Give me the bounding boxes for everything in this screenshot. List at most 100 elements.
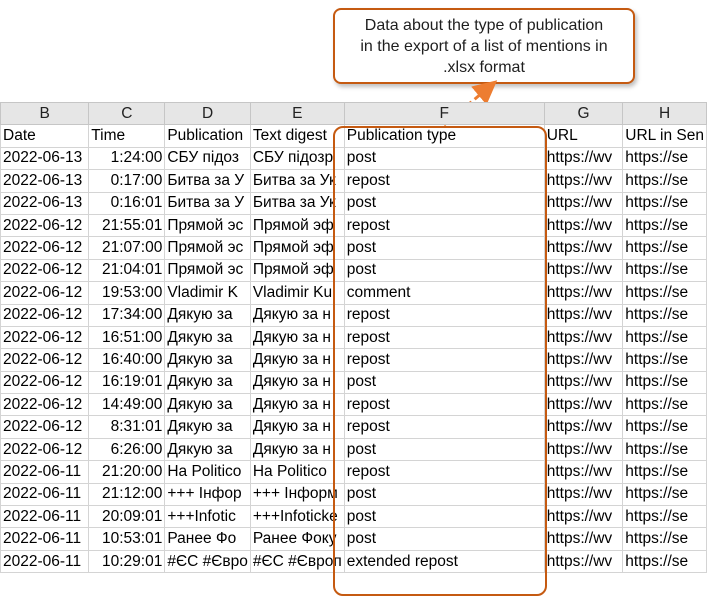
table-cell[interactable]: +++Infoticke bbox=[249, 505, 345, 529]
table-cell[interactable]: https://wv bbox=[543, 348, 624, 372]
table-cell[interactable]: 2022-06-11 bbox=[0, 549, 90, 574]
table-cell[interactable]: https://se bbox=[622, 437, 707, 462]
table-cell[interactable]: https://se bbox=[622, 213, 707, 238]
table-cell[interactable]: https://se bbox=[622, 325, 707, 350]
table-cell[interactable]: https://wv bbox=[543, 393, 624, 417]
table-cell[interactable]: 16:40:00 bbox=[88, 348, 166, 372]
table-cell[interactable]: https://se bbox=[622, 236, 707, 260]
table-cell[interactable]: https://se bbox=[622, 482, 707, 507]
table-cell[interactable]: https://wv bbox=[543, 460, 624, 484]
table-cell[interactable]: https://se bbox=[622, 146, 707, 171]
table-cell[interactable]: 16:51:00 bbox=[88, 325, 166, 350]
table-cell[interactable]: 21:20:00 bbox=[88, 460, 166, 484]
table-cell[interactable]: repost bbox=[343, 213, 545, 238]
table-cell[interactable]: На Politico bbox=[164, 460, 251, 484]
table-cell[interactable]: https://wv bbox=[543, 236, 624, 260]
table-cell[interactable]: На Politico bbox=[249, 460, 345, 484]
header-cell[interactable]: URL in Sen bbox=[622, 124, 707, 148]
table-cell[interactable]: 21:07:00 bbox=[88, 236, 166, 260]
table-cell[interactable]: 2022-06-13 bbox=[0, 191, 90, 215]
table-cell[interactable]: Прямой эс bbox=[164, 258, 251, 283]
table-cell[interactable]: Дякую за bbox=[164, 415, 251, 439]
table-cell[interactable]: 20:09:01 bbox=[88, 505, 166, 529]
table-cell[interactable]: 21:04:01 bbox=[88, 258, 166, 283]
table-cell[interactable]: 2022-06-12 bbox=[0, 281, 90, 305]
table-cell[interactable]: https://se bbox=[622, 549, 707, 574]
table-cell[interactable]: Прямой эс bbox=[164, 236, 251, 260]
table-cell[interactable]: post bbox=[343, 505, 545, 529]
table-cell[interactable]: post bbox=[343, 370, 545, 395]
table-cell[interactable]: post bbox=[343, 236, 545, 260]
header-cell[interactable]: Date bbox=[0, 124, 90, 148]
table-cell[interactable]: Vladimir Ku bbox=[249, 281, 345, 305]
table-cell[interactable]: https://wv bbox=[543, 527, 624, 551]
table-cell[interactable]: post bbox=[343, 527, 545, 551]
table-cell[interactable]: https://se bbox=[622, 370, 707, 395]
table-cell[interactable]: 2022-06-13 bbox=[0, 169, 90, 193]
table-cell[interactable]: repost bbox=[343, 348, 545, 372]
table-cell[interactable]: https://se bbox=[622, 505, 707, 529]
table-cell[interactable]: 2022-06-12 bbox=[0, 437, 90, 462]
table-cell[interactable]: repost bbox=[343, 303, 545, 327]
table-cell[interactable]: https://wv bbox=[543, 505, 624, 529]
table-cell[interactable]: Битва за У bbox=[164, 169, 251, 193]
table-cell[interactable]: #ЄС #Євро bbox=[164, 549, 251, 574]
table-cell[interactable]: https://wv bbox=[543, 482, 624, 507]
table-cell[interactable]: extended repost bbox=[343, 549, 545, 574]
header-cell[interactable]: Publication type bbox=[343, 124, 545, 148]
table-cell[interactable]: 10:29:01 bbox=[88, 549, 166, 574]
table-cell[interactable]: Дякую за н bbox=[249, 415, 345, 439]
table-cell[interactable]: 16:19:01 bbox=[88, 370, 166, 395]
table-cell[interactable]: 2022-06-12 bbox=[0, 213, 90, 238]
table-cell[interactable]: https://wv bbox=[543, 549, 624, 574]
table-cell[interactable]: #ЄС #Європ bbox=[249, 549, 345, 574]
table-cell[interactable]: https://se bbox=[622, 169, 707, 193]
table-cell[interactable]: 2022-06-13 bbox=[0, 146, 90, 171]
table-cell[interactable]: https://wv bbox=[543, 370, 624, 395]
table-cell[interactable]: +++Infotic bbox=[164, 505, 251, 529]
table-cell[interactable]: 0:17:00 bbox=[88, 169, 166, 193]
table-cell[interactable]: 21:12:00 bbox=[88, 482, 166, 507]
table-cell[interactable]: https://wv bbox=[543, 213, 624, 238]
header-cell[interactable]: Publication bbox=[164, 124, 251, 148]
table-cell[interactable]: 2022-06-12 bbox=[0, 325, 90, 350]
header-cell[interactable]: URL bbox=[543, 124, 624, 148]
table-cell[interactable]: +++ Інформ bbox=[249, 482, 345, 507]
table-cell[interactable]: https://wv bbox=[543, 303, 624, 327]
column-header-c[interactable]: C bbox=[88, 101, 166, 126]
table-cell[interactable]: 17:34:00 bbox=[88, 303, 166, 327]
table-cell[interactable]: Битва за Ук bbox=[249, 191, 345, 215]
table-cell[interactable]: https://wv bbox=[543, 437, 624, 462]
table-cell[interactable]: 0:16:01 bbox=[88, 191, 166, 215]
table-cell[interactable]: +++ Інфор bbox=[164, 482, 251, 507]
table-cell[interactable]: https://se bbox=[622, 393, 707, 417]
table-cell[interactable]: 2022-06-12 bbox=[0, 415, 90, 439]
table-cell[interactable]: repost bbox=[343, 460, 545, 484]
table-cell[interactable]: https://se bbox=[622, 527, 707, 551]
table-cell[interactable]: post bbox=[343, 482, 545, 507]
table-cell[interactable]: https://wv bbox=[543, 191, 624, 215]
column-header-d[interactable]: D bbox=[164, 101, 251, 126]
table-cell[interactable]: post bbox=[343, 258, 545, 283]
table-cell[interactable]: 21:55:01 bbox=[88, 213, 166, 238]
table-cell[interactable]: Ранее Фо bbox=[164, 527, 251, 551]
table-cell[interactable]: Прямой эф bbox=[249, 258, 345, 283]
table-cell[interactable]: Дякую за н bbox=[249, 325, 345, 350]
table-cell[interactable]: Дякую за н bbox=[249, 348, 345, 372]
table-cell[interactable]: 2022-06-11 bbox=[0, 527, 90, 551]
table-cell[interactable]: 19:53:00 bbox=[88, 281, 166, 305]
table-cell[interactable]: repost bbox=[343, 325, 545, 350]
table-cell[interactable]: Дякую за bbox=[164, 303, 251, 327]
table-cell[interactable]: Прямой эс bbox=[164, 213, 251, 238]
table-cell[interactable]: Дякую за н bbox=[249, 393, 345, 417]
column-header-g[interactable]: G bbox=[543, 101, 624, 126]
table-cell[interactable]: post bbox=[343, 146, 545, 171]
table-cell[interactable]: post bbox=[343, 437, 545, 462]
column-header-e[interactable]: E bbox=[249, 101, 345, 126]
table-cell[interactable]: https://wv bbox=[543, 325, 624, 350]
table-cell[interactable]: 6:26:00 bbox=[88, 437, 166, 462]
table-cell[interactable]: 2022-06-12 bbox=[0, 348, 90, 372]
table-cell[interactable]: Битва за У bbox=[164, 191, 251, 215]
table-cell[interactable]: 14:49:00 bbox=[88, 393, 166, 417]
table-cell[interactable]: 2022-06-12 bbox=[0, 236, 90, 260]
